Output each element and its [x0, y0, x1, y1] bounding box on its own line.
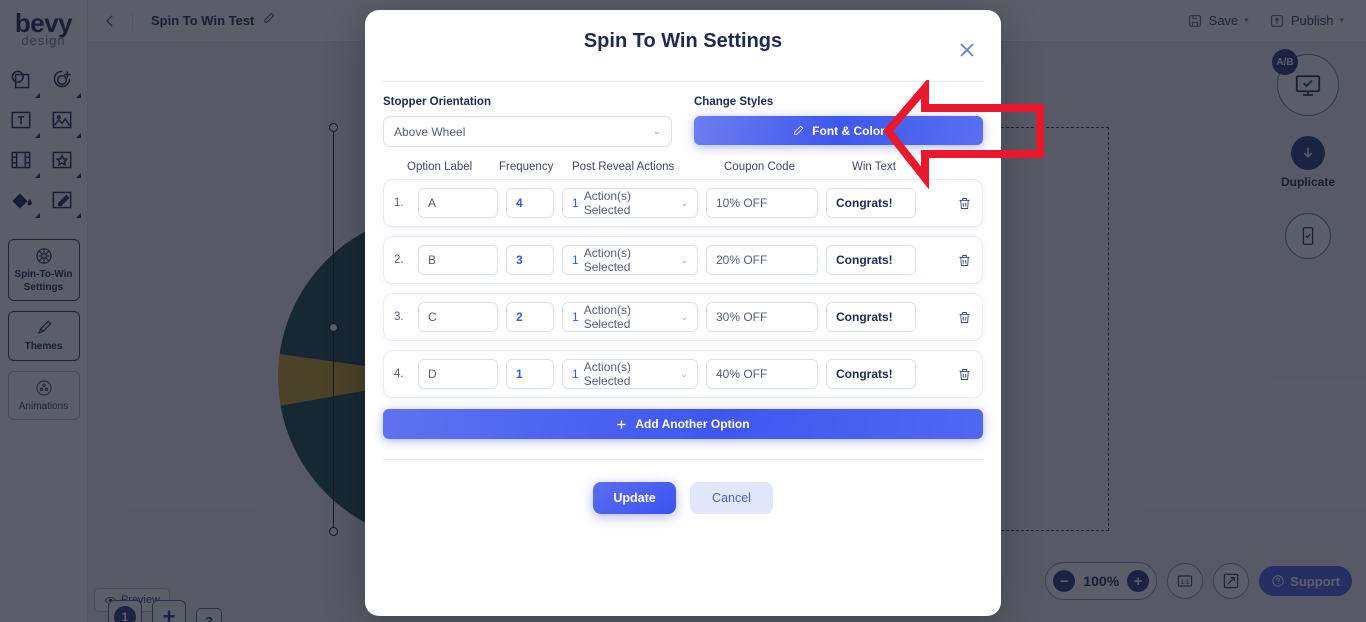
- coupon-code-input[interactable]: 20% OFF: [706, 245, 818, 275]
- chevron-down-icon: ⌄: [680, 197, 688, 208]
- row-index: 2.: [394, 254, 404, 266]
- delete-row-icon[interactable]: [957, 367, 972, 382]
- actions-text: Action(s) Selected: [583, 303, 632, 331]
- column-header-post-reveal-actions: Post Reveal Actions: [572, 161, 675, 173]
- column-header-frequency: Frequency: [499, 161, 554, 173]
- stopper-orientation-select[interactable]: Above Wheel ⌄: [383, 116, 672, 147]
- column-header-coupon-code: Coupon Code: [724, 161, 795, 173]
- table-row: 4. D 1 1 Action(s) Selected ⌄ 40% OFF Co…: [383, 350, 983, 398]
- frequency-input[interactable]: 2: [506, 302, 554, 332]
- delete-row-icon[interactable]: [957, 196, 972, 211]
- actions-text: Action(s) Selected: [583, 189, 632, 217]
- stopper-orientation-label: Stopper Orientation: [383, 96, 491, 108]
- column-header-option-label: Option Label: [407, 161, 473, 173]
- delete-row-icon[interactable]: [957, 253, 972, 268]
- plus-icon: [617, 419, 627, 429]
- actions-count: 1: [572, 253, 579, 267]
- font-and-color-button[interactable]: Font & Color: [694, 116, 983, 145]
- post-reveal-actions-select[interactable]: 1 Action(s) Selected ⌄: [562, 359, 698, 389]
- win-text-input[interactable]: Congrats!: [826, 302, 916, 332]
- post-reveal-actions-select[interactable]: 1 Action(s) Selected ⌄: [562, 245, 698, 275]
- option-label-input[interactable]: D: [418, 359, 498, 389]
- table-row: 1. A 4 1 Action(s) Selected ⌄ 10% OFF Co…: [383, 179, 983, 227]
- option-label-input[interactable]: C: [418, 302, 498, 332]
- coupon-code-input[interactable]: 40% OFF: [706, 359, 818, 389]
- actions-text: Action(s) Selected: [583, 246, 632, 274]
- actions-count: 1: [572, 310, 579, 324]
- post-reveal-actions-select[interactable]: 1 Action(s) Selected ⌄: [562, 188, 698, 218]
- app-root: bevy design: [0, 0, 1366, 622]
- table-row: 3. C 2 1 Action(s) Selected ⌄ 30% OFF Co…: [383, 293, 983, 341]
- frequency-input[interactable]: 3: [506, 245, 554, 275]
- stopper-orientation-value: Above Wheel: [394, 124, 466, 139]
- table-row: 2. B 3 1 Action(s) Selected ⌄ 20% OFF Co…: [383, 236, 983, 284]
- chevron-down-icon: ⌄: [680, 254, 688, 265]
- font-and-color-label: Font & Color: [812, 123, 885, 138]
- spin-to-win-settings-modal: Spin To Win Settings Stopper Orientation…: [365, 10, 1001, 616]
- win-text-input[interactable]: Congrats!: [826, 245, 916, 275]
- close-icon[interactable]: [955, 38, 979, 62]
- divider: [383, 459, 983, 460]
- coupon-code-input[interactable]: 10% OFF: [706, 188, 818, 218]
- row-index: 1.: [394, 197, 404, 209]
- chevron-down-icon: ⌄: [652, 126, 661, 137]
- coupon-code-input[interactable]: 30% OFF: [706, 302, 818, 332]
- change-styles-field: Change Styles Font & Color: [694, 96, 983, 147]
- win-text-input[interactable]: Congrats!: [826, 188, 916, 218]
- actions-text: Action(s) Selected: [583, 360, 632, 388]
- row-index: 3.: [394, 311, 404, 323]
- frequency-input[interactable]: 4: [506, 188, 554, 218]
- actions-count: 1: [572, 367, 579, 381]
- change-styles-label: Change Styles: [694, 96, 774, 108]
- option-label-input[interactable]: B: [418, 245, 498, 275]
- option-label-input[interactable]: A: [418, 188, 498, 218]
- table-header: Option Label Frequency Post Reveal Actio…: [383, 161, 983, 173]
- win-text-input[interactable]: Congrats!: [826, 359, 916, 389]
- options-table: Option Label Frequency Post Reveal Actio…: [365, 147, 1001, 398]
- settings-row: Stopper Orientation Above Wheel ⌄ Change…: [365, 82, 1001, 147]
- modal-footer: Update Cancel: [365, 482, 1001, 514]
- update-button[interactable]: Update: [593, 482, 676, 514]
- stopper-orientation-field: Stopper Orientation Above Wheel ⌄: [383, 96, 672, 147]
- add-another-option-button[interactable]: Add Another Option: [383, 409, 983, 439]
- chevron-down-icon: ⌄: [680, 311, 688, 322]
- cancel-button[interactable]: Cancel: [690, 482, 773, 514]
- delete-row-icon[interactable]: [957, 310, 972, 325]
- add-another-option-label: Add Another Option: [635, 417, 750, 431]
- frequency-input[interactable]: 1: [506, 359, 554, 389]
- actions-count: 1: [572, 196, 579, 210]
- pencil-icon: [794, 125, 804, 135]
- column-header-win-text: Win Text: [852, 161, 896, 173]
- post-reveal-actions-select[interactable]: 1 Action(s) Selected ⌄: [562, 302, 698, 332]
- modal-title: Spin To Win Settings: [583, 30, 783, 52]
- row-index: 4.: [394, 368, 404, 380]
- table-rows: 1. A 4 1 Action(s) Selected ⌄ 10% OFF Co…: [383, 179, 983, 398]
- chevron-down-icon: ⌄: [680, 368, 688, 379]
